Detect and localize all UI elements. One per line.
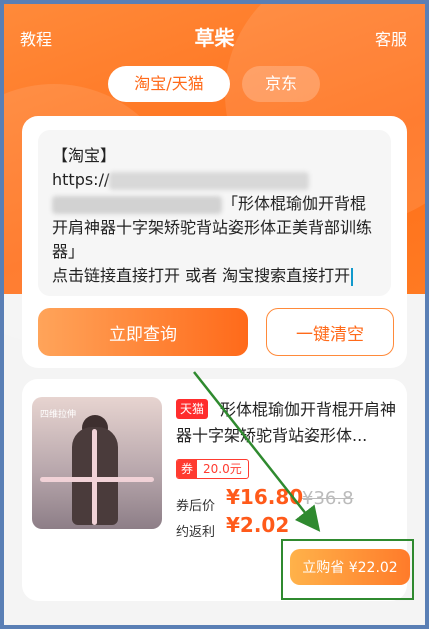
input-line-hint: 点击链接直接打开 或者 淘宝搜索直接打开 [52, 264, 377, 288]
product-title[interactable]: 形体棍瑜伽开背棍开肩神器十字架矫驼背站姿形体... [176, 397, 400, 449]
thumbnail-caption: 四维拉伸 [40, 410, 77, 420]
text-caret [351, 267, 354, 286]
final-price: ¥16.80 [226, 485, 304, 509]
tmall-badge: 天猫 [176, 399, 209, 419]
query-button[interactable]: 立即查询 [38, 308, 248, 356]
product-thumbnail[interactable]: 四维拉伸 [32, 397, 162, 529]
original-price: ¥36.8 [302, 488, 354, 509]
rebate-row: 约返利 ¥2.02 [176, 513, 396, 543]
url-prefix: https:// [52, 170, 110, 189]
rebate-label: 约返利 [176, 525, 216, 540]
stick-horizontal [40, 477, 154, 482]
link-input[interactable]: 【淘宝】 https:// 「形体棍瑜伽开背棍开肩神器十字架矫驼背站姿形体正美背… [38, 130, 391, 296]
top-bar: 教程 草柴 客服 [4, 20, 425, 56]
tab-taobao-tmall[interactable]: 淘宝/天猫 [108, 66, 230, 102]
open-hint: 点击链接直接打开 或者 淘宝搜索直接打开 [52, 266, 351, 285]
rebate-amount: ¥2.02 [226, 513, 290, 537]
coupon-value: 20.0元 [203, 462, 242, 476]
price-row: 券后价 ¥16.80 ¥36.8 [176, 485, 396, 515]
tab-jd[interactable]: 京东 [242, 66, 320, 102]
redacted-code [52, 195, 222, 214]
product-card[interactable]: 四维拉伸 形体棍瑜伽开背棍开肩神器十字架矫驼背站姿形体... 天猫 券 20.0… [22, 379, 410, 601]
coupon-badge: 券 20.0元 [176, 459, 249, 479]
customer-service-link[interactable]: 客服 [375, 26, 407, 50]
app-title: 草柴 [194, 26, 235, 50]
coupon-tag: 券 [177, 460, 198, 478]
clear-button[interactable]: 一键清空 [266, 308, 394, 356]
platform-tabs: 淘宝/天猫 京东 [4, 66, 425, 106]
input-line-url: https:// [52, 168, 377, 192]
price-label: 券后价 [176, 499, 216, 514]
input-line-product: 「形体棍瑜伽开背棍开肩神器十字架矫驼背站姿形体正美背部训练器」 [52, 192, 377, 264]
input-line-source: 【淘宝】 [52, 146, 117, 165]
redacted-url [109, 171, 310, 190]
buy-button[interactable]: 立购省 ¥22.02 [290, 549, 410, 585]
search-card: 【淘宝】 https:// 「形体棍瑜伽开背棍开肩神器十字架矫驼背站姿形体正美背… [22, 116, 407, 368]
app-frame: 教程 草柴 客服 淘宝/天猫 京东 【淘宝】 https:// 「形体棍瑜伽开背… [4, 4, 425, 625]
